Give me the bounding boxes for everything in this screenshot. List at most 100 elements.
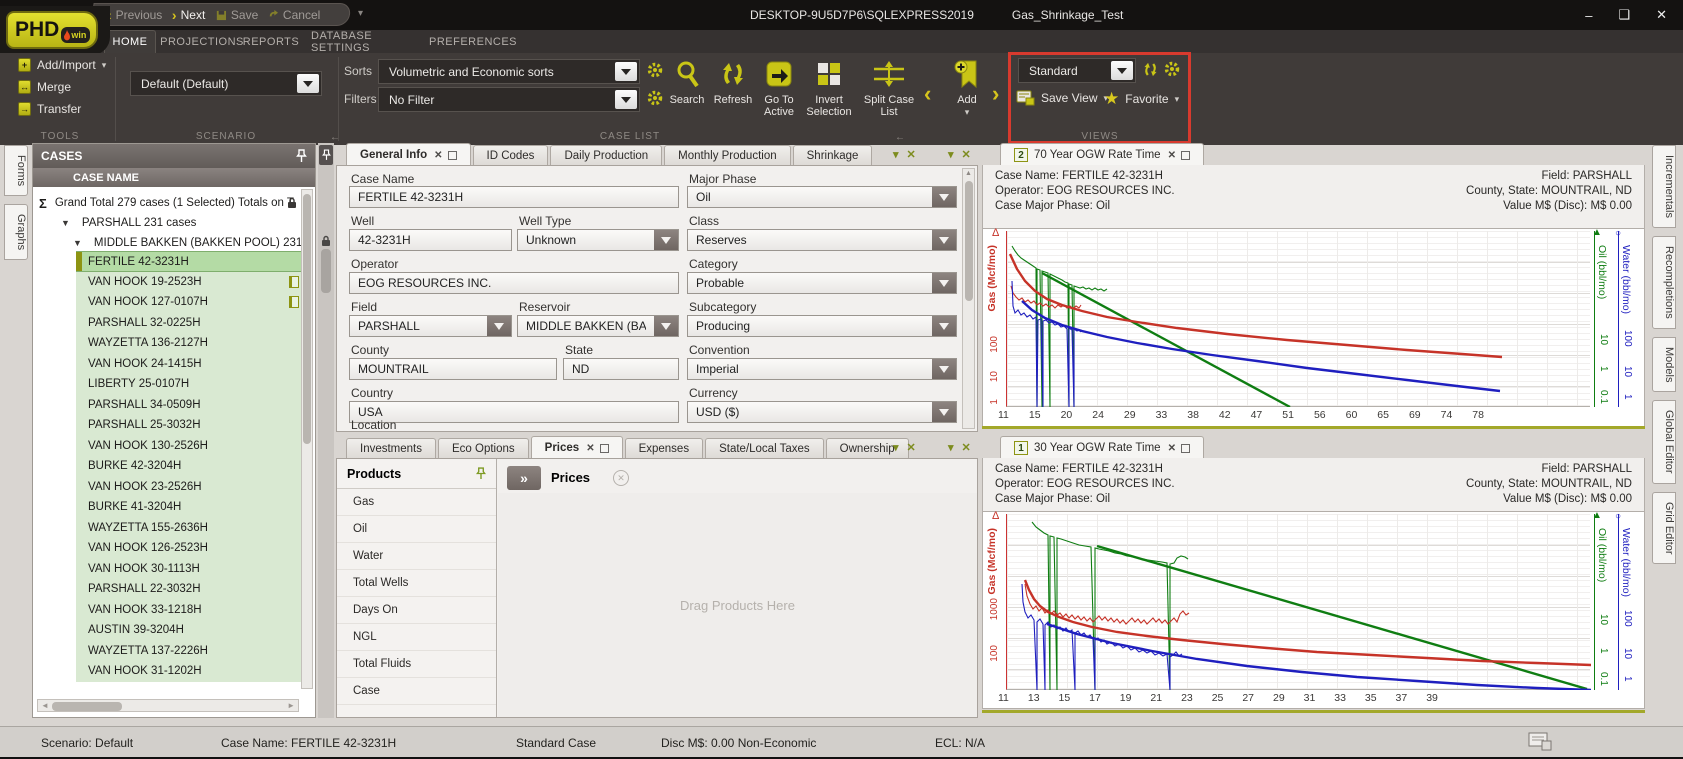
case-row[interactable]: AUSTIN 39-3204H	[76, 620, 302, 641]
product-item[interactable]: Total Fluids	[337, 651, 496, 678]
form-tab[interactable]: Shrinkage	[793, 145, 873, 166]
panel-collapse-icon[interactable]: ▾	[893, 441, 899, 454]
eco-tab[interactable]: State/Local Taxes	[705, 438, 824, 459]
save-button[interactable]: Save	[216, 8, 258, 22]
panel-close-icon[interactable]: ✕	[907, 148, 916, 161]
right-dock-tab[interactable]: Global Editor	[1652, 400, 1676, 484]
case-row[interactable]: VAN HOOK 130-2526H	[76, 436, 302, 457]
panel-close-icon[interactable]: ✕	[907, 441, 916, 454]
favorite-button[interactable]: ★ Favorite ▾	[1104, 89, 1179, 109]
view-dropdown[interactable]: Standard	[1018, 58, 1136, 83]
category-dropdown[interactable]: Probable	[687, 272, 957, 294]
product-item[interactable]: Case	[337, 678, 496, 705]
tab-float-icon[interactable]	[600, 444, 609, 453]
dropdown-chevron-icon[interactable]	[487, 316, 511, 336]
tab-close-icon[interactable]: ✕	[586, 443, 594, 454]
sorts-dropdown-chevron-icon[interactable]	[615, 62, 637, 81]
case-row[interactable]: PARSHALL 34-0509H	[76, 395, 302, 416]
tab-prices[interactable]: Prices ✕	[531, 436, 623, 459]
scroll-up-arrow-icon[interactable]: ▲	[963, 169, 974, 179]
qa-customize-icon[interactable]: ▾	[358, 8, 363, 19]
product-item[interactable]: NGL	[337, 624, 496, 651]
clear-prices-icon[interactable]: ✕	[613, 470, 629, 486]
dock-tab-forms[interactable]: Forms	[4, 145, 28, 196]
case-row[interactable]: PARSHALL 32-0225H	[76, 313, 302, 334]
maximize-button[interactable]: ❑	[1618, 7, 1630, 23]
group-row-middle-bakken[interactable]: ▼ MIDDLE BAKKEN (BAKKEN POOL) 231 c	[33, 233, 315, 253]
case-row[interactable]: WAYZETTA 136-2127H	[76, 333, 302, 354]
dropdown-chevron-icon[interactable]	[932, 316, 956, 336]
tab-general-info[interactable]: General Info ✕	[346, 143, 471, 166]
form-tab[interactable]: Daily Production	[550, 145, 662, 166]
splitter-pin-button[interactable]	[319, 145, 333, 165]
eco-tab[interactable]: Eco Options	[438, 438, 529, 459]
tab-reports[interactable]: REPORTS	[243, 30, 299, 53]
case-row[interactable]: BURKE 42-3204H	[76, 456, 302, 477]
case-row[interactable]: PARSHALL 25-3032H	[76, 415, 302, 436]
product-item[interactable]: Oil	[337, 516, 496, 543]
dropdown-chevron-icon[interactable]	[654, 316, 678, 336]
scroll-right-icon[interactable]: ›	[992, 81, 999, 107]
right-dock-tab[interactable]: Recompletions	[1652, 236, 1676, 329]
scroll-left-arrow-icon[interactable]: ◄	[41, 699, 49, 712]
tab-preferences[interactable]: PREFERENCES	[433, 30, 513, 53]
case-row[interactable]: VAN HOOK 24-1415H	[76, 354, 302, 375]
right-dock-tab[interactable]: Grid Editor	[1652, 492, 1676, 565]
dock-tab-graphs[interactable]: Graphs	[4, 204, 28, 260]
chart2-plot[interactable]	[1006, 514, 1590, 690]
splitter-scroll-thumb[interactable]	[321, 249, 331, 293]
dropdown-chevron-icon[interactable]	[932, 230, 956, 250]
pin-icon[interactable]	[476, 467, 486, 480]
tab-database-settings[interactable]: DATABASE SETTINGS	[311, 30, 423, 53]
save-view-button[interactable]: Save View ▾	[1016, 90, 1108, 106]
tab-float-icon[interactable]	[1181, 151, 1190, 160]
cancel-button[interactable]: Cancel	[268, 8, 320, 22]
dropdown-chevron-icon[interactable]	[932, 273, 956, 293]
case-row[interactable]: VAN HOOK 127-0107H	[76, 292, 302, 313]
tab-float-icon[interactable]	[1181, 444, 1190, 453]
tab-chart-30-year[interactable]: 1 30 Year OGW Rate Time ✕	[1000, 436, 1204, 459]
chart1-plot[interactable]	[1006, 231, 1590, 407]
dropdown-chevron-icon[interactable]	[932, 187, 956, 207]
panel-collapse-icon[interactable]: ▾	[893, 148, 899, 161]
close-button[interactable]: ✕	[1656, 7, 1667, 23]
split-case-list-button[interactable]: Split Case List	[860, 56, 918, 128]
sorts-dropdown[interactable]: Volumetric and Economic sorts	[378, 59, 640, 84]
scroll-left-icon[interactable]: ‹	[924, 81, 931, 107]
form-tab[interactable]: Monthly Production	[664, 145, 790, 166]
case-name-field[interactable]: FERTILE 42-3231H	[349, 186, 679, 208]
case-row-selected[interactable]: FERTILE 42-3231H	[76, 251, 302, 272]
transfer-button[interactable]: → Transfer	[18, 102, 81, 116]
expand-products-button[interactable]: »	[507, 466, 541, 490]
well-field[interactable]: 42-3231H	[349, 229, 512, 251]
panel-collapse-icon[interactable]: ▾	[948, 148, 954, 161]
case-row[interactable]: BURKE 41-3204H	[76, 497, 302, 518]
tab-projections[interactable]: PROJECTIONS	[163, 30, 241, 53]
eco-tab[interactable]: Investments	[346, 438, 436, 459]
sorts-gear-icon[interactable]	[647, 62, 663, 78]
status-monitor-icon[interactable]	[1528, 732, 1552, 752]
dropdown-chevron-icon[interactable]	[654, 230, 678, 250]
pin-icon[interactable]	[296, 149, 307, 163]
previous-button[interactable]: ‹ Previous	[107, 8, 162, 22]
operator-field[interactable]: EOG RESOURCES INC.	[349, 272, 679, 294]
case-list-dialog-launcher-icon[interactable]: ←	[895, 132, 905, 143]
scroll-right-arrow-icon[interactable]: ►	[287, 699, 295, 712]
case-row[interactable]: VAN HOOK 30-1113H	[76, 559, 302, 580]
state-field[interactable]: ND	[563, 358, 679, 380]
case-row[interactable]: VAN HOOK 33-1218H	[76, 600, 302, 621]
eco-tab[interactable]: Expenses	[625, 438, 704, 459]
product-item[interactable]: Days On	[337, 597, 496, 624]
cases-horizontal-scrollbar[interactable]: ◄ ►	[37, 699, 299, 712]
go-to-active-button[interactable]: Go To Active	[756, 56, 802, 128]
drag-products-dropzone[interactable]: Drag Products Here	[498, 493, 977, 717]
collapse-arrow-icon[interactable]: ▼	[61, 218, 70, 228]
view-gear-icon[interactable]	[1164, 61, 1180, 77]
well-type-dropdown[interactable]: Unknown	[517, 229, 679, 251]
right-dock-tab[interactable]: Models	[1652, 337, 1676, 392]
case-row[interactable]: VAN HOOK 19-2523H	[76, 272, 302, 293]
add-import-button[interactable]: + Add/Import ▾	[18, 58, 106, 72]
county-field[interactable]: MOUNTRAIL	[349, 358, 557, 380]
invert-selection-button[interactable]: Invert Selection	[802, 56, 856, 128]
group-row-parshall[interactable]: ▼ PARSHALL 231 cases	[33, 213, 315, 233]
